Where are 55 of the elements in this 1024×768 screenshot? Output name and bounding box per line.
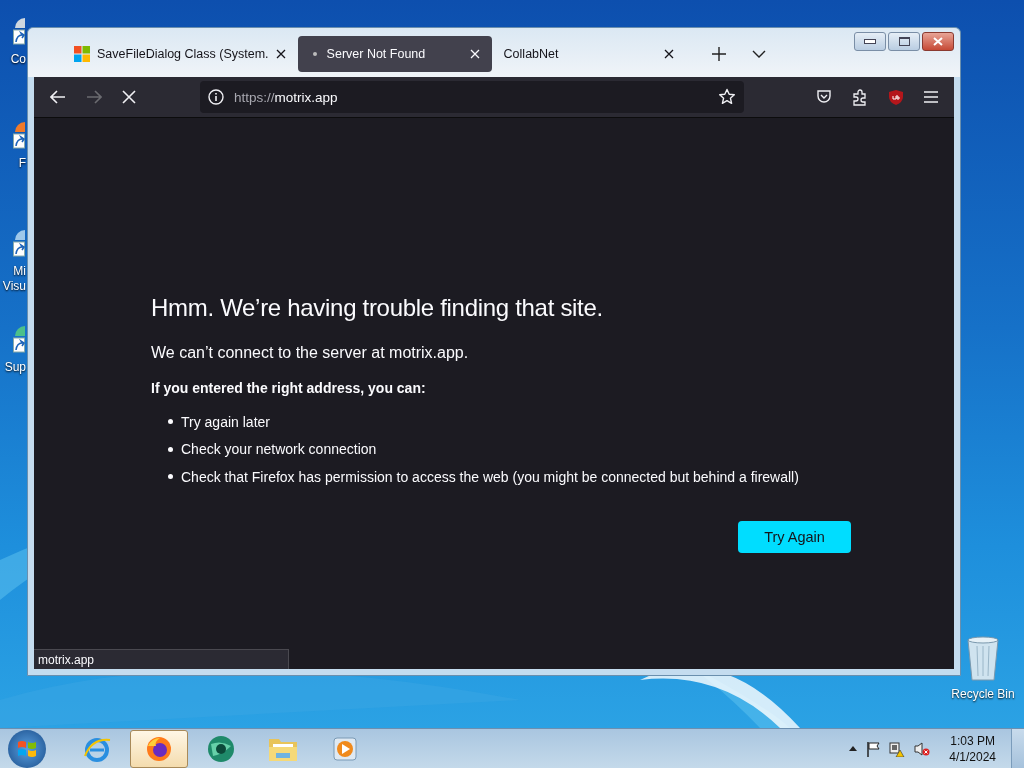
plus-icon[interactable] bbox=[711, 47, 726, 61]
recycle-bin-icon[interactable] bbox=[965, 636, 1001, 682]
shortcut-label: Mi bbox=[13, 264, 26, 279]
speaker-muted-icon[interactable] bbox=[914, 740, 931, 757]
minimize-button[interactable] bbox=[854, 32, 886, 51]
pocket-icon[interactable] bbox=[816, 89, 832, 105]
close-icon bbox=[933, 37, 943, 46]
suggestion-text: Check your network connection bbox=[181, 441, 377, 458]
suggestion-text: Try again later bbox=[181, 413, 270, 430]
taskbar-app[interactable] bbox=[130, 729, 188, 768]
chevron-down-icon[interactable] bbox=[751, 50, 766, 58]
globe-icon bbox=[205, 733, 237, 764]
try-again-button[interactable]: Try Again bbox=[738, 520, 851, 553]
clock-date: 4/1/2024 bbox=[949, 748, 996, 765]
close-icon[interactable] bbox=[663, 49, 674, 59]
recycle-bin-label: Recycle Bin bbox=[951, 687, 1015, 702]
clock-time: 1:03 PM bbox=[950, 732, 995, 749]
caret-up-icon[interactable] bbox=[849, 746, 858, 751]
loading-dot-icon bbox=[312, 52, 317, 56]
tab-title: Server Not Found bbox=[326, 47, 427, 61]
star-icon[interactable] bbox=[718, 88, 736, 106]
shortcut-label: F bbox=[18, 156, 26, 171]
stop-icon[interactable] bbox=[122, 90, 136, 104]
bullet-icon bbox=[168, 474, 173, 480]
error-title: Hmm. We’re having trouble finding that site. bbox=[151, 294, 604, 322]
close-button[interactable] bbox=[922, 32, 954, 51]
shortcut-label: Co bbox=[10, 52, 26, 67]
bullet-icon bbox=[168, 419, 173, 425]
play-icon bbox=[331, 734, 359, 763]
clock[interactable]: 1:03 PM 4/1/2024 bbox=[949, 732, 996, 765]
shortcut-label: Visu bbox=[2, 279, 26, 294]
list-heading: If you entered the right address, you can: bbox=[151, 380, 427, 396]
browser-tab[interactable]: SaveFileDialog Class (System. bbox=[62, 36, 298, 72]
close-icon[interactable] bbox=[275, 49, 286, 59]
start-button[interactable] bbox=[8, 729, 46, 768]
tab-title: CollabNet bbox=[503, 47, 560, 61]
browser-tab[interactable]: Server Not Found bbox=[297, 36, 492, 72]
error-message: We can’t connect to the server at motrix.app. bbox=[151, 344, 470, 362]
address-bar[interactable]: https://motrix.app bbox=[200, 81, 744, 113]
maximize-button[interactable] bbox=[888, 32, 920, 51]
menu-icon[interactable] bbox=[924, 91, 938, 103]
flag-icon[interactable] bbox=[866, 740, 881, 757]
back-arrow-icon[interactable] bbox=[50, 90, 66, 104]
url-scheme: https:// bbox=[234, 89, 275, 105]
url-host: motrix.app bbox=[274, 89, 338, 105]
info-icon[interactable] bbox=[208, 89, 224, 105]
suggestion-text: Check that Firefox has permission to access the web (you might be connected but behind a firewall) bbox=[181, 468, 799, 485]
bullet-icon bbox=[168, 446, 173, 452]
browser-tab[interactable]: CollabNet bbox=[491, 36, 686, 72]
shield-icon[interactable] bbox=[888, 88, 904, 106]
shortcut-label: Sup bbox=[4, 360, 26, 375]
network-warning-icon[interactable] bbox=[889, 740, 906, 757]
tab-title: SaveFileDialog Class (System. bbox=[97, 47, 269, 61]
four-squares-icon bbox=[74, 46, 90, 62]
puzzle-piece-icon[interactable] bbox=[852, 88, 868, 106]
